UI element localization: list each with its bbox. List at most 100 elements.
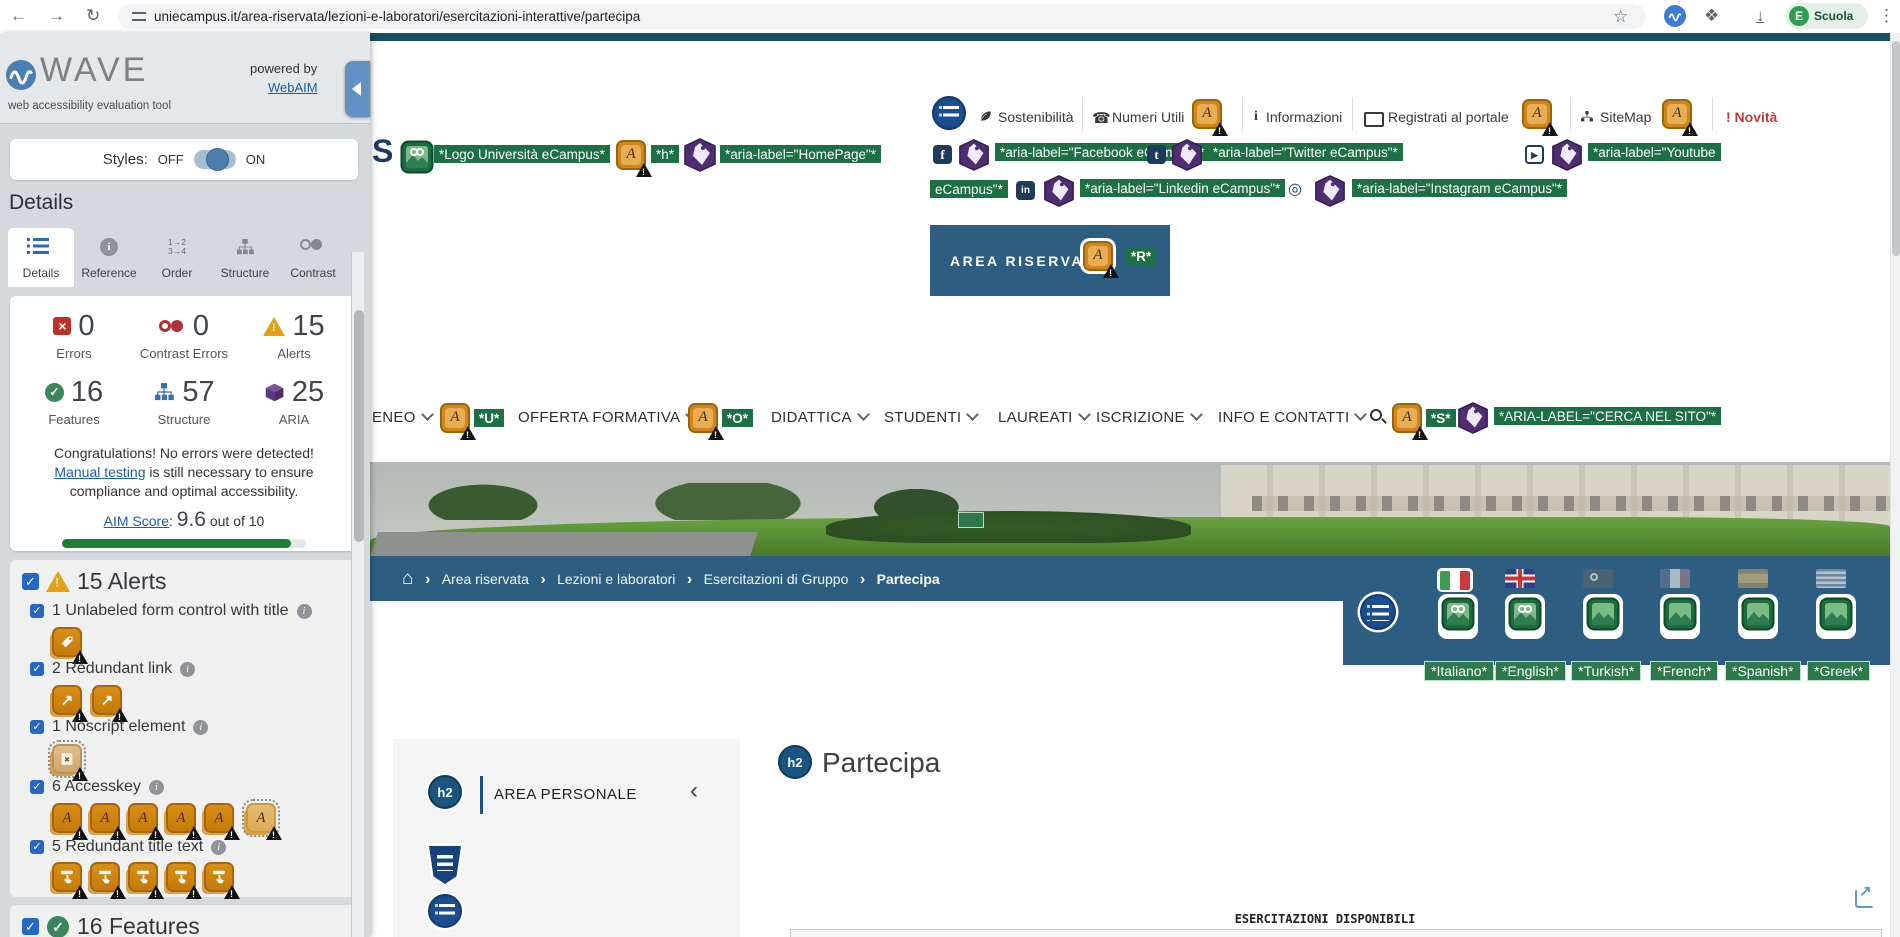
download-icon[interactable]: ↓ [1756, 4, 1765, 28]
tab-contrast[interactable]: Contrast [280, 228, 346, 287]
alert-checkbox[interactable] [30, 780, 44, 794]
wave-redundant-title-icon[interactable] [166, 862, 202, 899]
styles-toggle[interactable] [193, 147, 236, 171]
nav-info-contatti[interactable]: INFO E CONTATTI [1218, 408, 1368, 426]
panel-scrollbar-thumb[interactable] [353, 310, 364, 542]
wave-aria-tag-icon[interactable] [1170, 138, 1204, 172]
tab-details[interactable]: Details [8, 228, 74, 287]
utility-registrati[interactable]: Registrati al portale [1388, 109, 1509, 125]
breadcrumb-area-riservata[interactable]: Area riservata [442, 571, 529, 587]
wave-aria-tag-icon[interactable] [682, 137, 718, 173]
wave-accesskey-alert-icon[interactable]: A [440, 403, 476, 440]
wave-accesskey-alert-icon[interactable]: A [1522, 99, 1558, 136]
wave-accesskey-alert-icon[interactable]: A [688, 403, 724, 440]
wave-accesskey-alert-icon[interactable]: A [1192, 99, 1228, 136]
reload-icon[interactable]: ↻ [86, 4, 100, 28]
wave-noscript-icon[interactable] [48, 740, 88, 781]
home-icon[interactable]: ⌂ [402, 568, 413, 589]
wave-linked-image-icon[interactable] [400, 140, 434, 174]
extensions-puzzle-icon[interactable]: ❖ [1704, 4, 1719, 28]
manual-testing-link[interactable]: Manual testing [54, 464, 145, 480]
wave-accesskey-icon-selected[interactable]: A [242, 799, 282, 840]
back-icon[interactable]: ← [10, 4, 27, 28]
wave-list-structure-icon[interactable] [932, 96, 966, 130]
nav-ateneo[interactable]: ENEO [372, 408, 434, 426]
facebook-icon[interactable]: f [933, 145, 952, 164]
flag-turkey-icon[interactable] [1583, 569, 1613, 588]
youtube-icon[interactable]: ▸ [1525, 145, 1544, 164]
wave-h2-icon[interactable]: h2 [778, 745, 812, 779]
flag-uk-icon[interactable] [1505, 569, 1535, 588]
wave-list-structure-icon[interactable] [1360, 594, 1396, 630]
external-link-icon[interactable] [1855, 882, 1874, 908]
wave-aria-tag-icon[interactable] [1550, 138, 1584, 172]
wave-unlabeled-form-icon[interactable] [52, 627, 88, 664]
tab-reference[interactable]: i Reference [76, 228, 142, 287]
address-bar[interactable]: uniecampus.it/area-riservata/lezioni-e-l… [118, 4, 1646, 29]
wave-image-ring[interactable] [1816, 594, 1856, 639]
breadcrumb-lezioni[interactable]: Lezioni e laboratori [557, 571, 675, 587]
wave-redundant-title-icon[interactable] [52, 862, 88, 899]
wave-aria-tag-icon[interactable] [1313, 174, 1347, 208]
forward-icon[interactable]: → [48, 4, 65, 28]
collapse-sidebar-icon[interactable]: ‹ [690, 777, 698, 805]
alerts-checkbox[interactable] [22, 573, 39, 590]
url-text[interactable]: uniecampus.it/area-riservata/lezioni-e-l… [154, 9, 640, 24]
site-info-icon[interactable] [132, 12, 146, 21]
utility-sostenibilita[interactable]: Sostenibilità [998, 109, 1074, 125]
info-icon[interactable]: i [180, 661, 196, 677]
alert-checkbox[interactable] [30, 604, 44, 618]
browser-menu-icon[interactable]: ⋮ [1878, 4, 1895, 28]
utility-sitemap[interactable]: SiteMap [1600, 109, 1651, 125]
wave-redundant-title-icon[interactable] [204, 862, 240, 899]
wave-linked-image-ring[interactable] [1505, 594, 1545, 639]
panel-scrollbar[interactable] [351, 252, 364, 937]
nav-studenti[interactable]: STUDENTI [884, 408, 980, 426]
alert-checkbox[interactable] [30, 840, 44, 854]
wave-extension-icon[interactable] [1664, 5, 1686, 27]
alert-checkbox[interactable] [30, 720, 44, 734]
wave-image-ring[interactable] [1660, 594, 1700, 639]
wave-accesskey-alert-icon[interactable]: A [616, 140, 652, 177]
flag-greece-icon[interactable] [1816, 569, 1846, 588]
wave-accesskey-icon[interactable]: A [204, 803, 240, 840]
info-icon[interactable]: i [193, 719, 209, 735]
wave-list-structure-icon[interactable] [428, 894, 462, 928]
area-riservata-button[interactable]: AREA RISERVATA A *R* [930, 225, 1170, 296]
breadcrumb-esercitazioni[interactable]: Esercitazioni di Gruppo [704, 571, 849, 587]
wave-accesskey-icon[interactable]: A [90, 803, 126, 840]
wave-aria-tag-icon[interactable] [1456, 401, 1490, 435]
wave-linked-image-ring[interactable] [1438, 594, 1478, 639]
wave-accesskey-alert-icon[interactable]: A [1083, 241, 1119, 278]
tab-structure[interactable]: Structure [212, 228, 278, 287]
aim-score-link[interactable]: AIM Score [104, 513, 169, 529]
webaim-link[interactable]: WebAIM [268, 80, 318, 95]
search-icon[interactable] [1370, 409, 1382, 421]
window-scrollbar[interactable] [1890, 33, 1900, 937]
bookmark-star-icon[interactable]: ☆ [1613, 5, 1628, 29]
wave-accesskey-alert-icon[interactable]: A [1392, 403, 1428, 440]
features-checkbox[interactable] [22, 918, 39, 935]
nav-didattica[interactable]: DIDATTICA [771, 408, 870, 426]
panel-collapse-button[interactable] [345, 61, 370, 117]
linkedin-icon[interactable]: in [1016, 181, 1035, 200]
wave-image-ring[interactable] [1738, 594, 1778, 639]
wave-redundant-title-icon[interactable] [90, 862, 126, 899]
info-icon[interactable]: i [211, 839, 227, 855]
wave-aria-tag-icon[interactable] [1042, 174, 1076, 208]
wave-accesskey-icon[interactable]: A [52, 803, 88, 840]
wave-accesskey-icon[interactable]: A [128, 803, 164, 840]
window-scrollbar-thumb[interactable] [1892, 41, 1900, 256]
tab-order[interactable]: Order [144, 228, 210, 287]
instagram-icon[interactable]: ◎ [1288, 179, 1302, 199]
twitter-icon[interactable]: t [1147, 145, 1166, 164]
utility-novita[interactable]: ! Novità [1726, 109, 1777, 125]
wave-aria-tag-icon[interactable] [957, 138, 991, 172]
nav-offerta-formativa[interactable]: OFFERTA FORMATIVA [518, 408, 699, 426]
info-icon[interactable]: i [148, 779, 164, 795]
wave-image-ring[interactable] [1583, 594, 1623, 639]
nav-laureati[interactable]: LAUREATI [998, 408, 1091, 426]
alert-checkbox[interactable] [30, 662, 44, 676]
flag-spain-icon[interactable] [1738, 569, 1768, 588]
wave-accesskey-alert-icon[interactable]: A [1662, 99, 1698, 136]
